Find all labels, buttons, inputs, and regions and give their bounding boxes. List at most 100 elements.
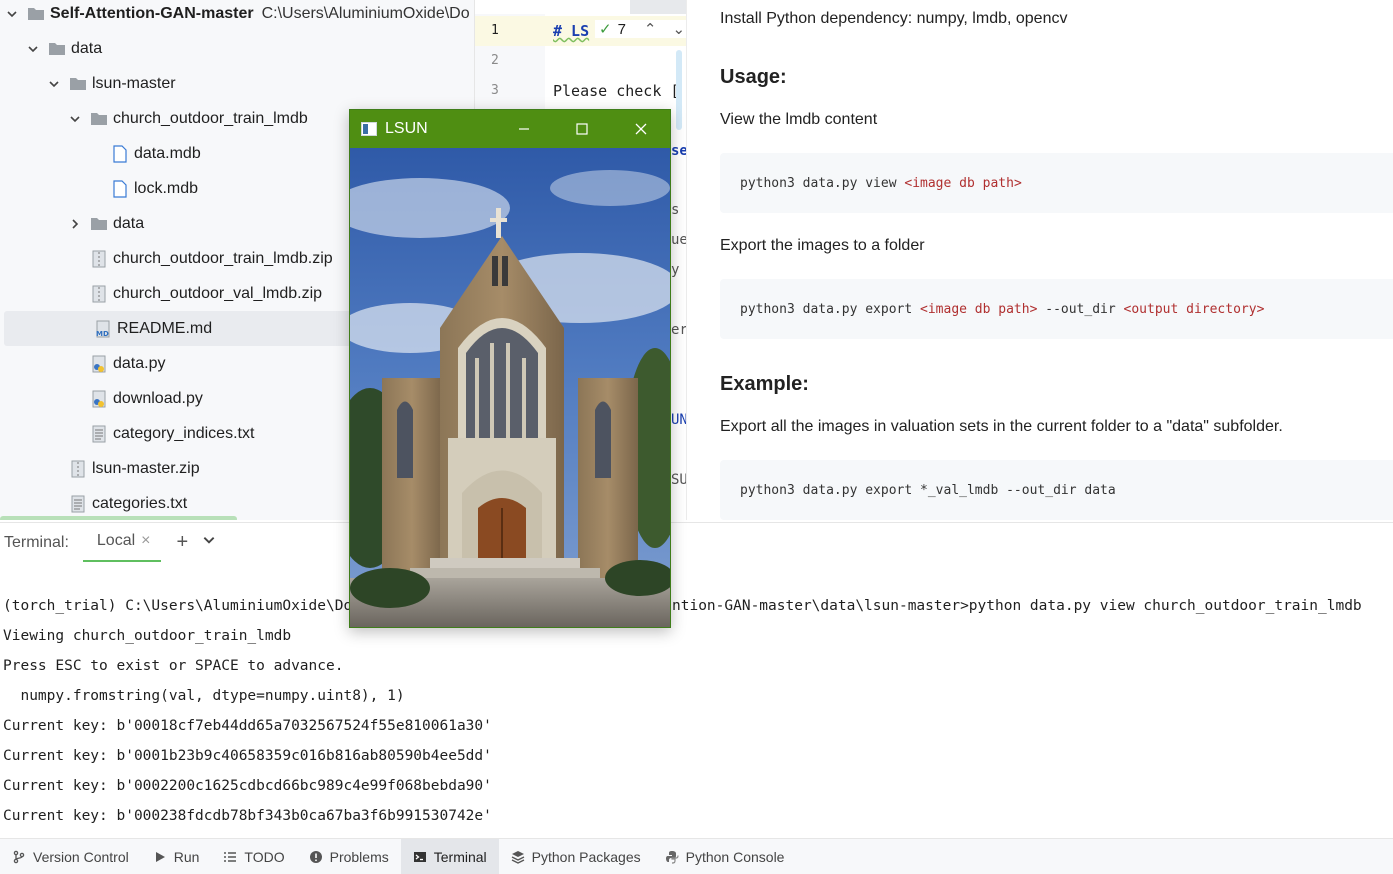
text-file-icon — [90, 425, 108, 443]
python-file-icon — [90, 355, 108, 373]
tree-item-label: data — [113, 214, 145, 232]
code-line-3[interactable]: Please check [ — [553, 82, 679, 100]
tree-item-label: README.md — [117, 319, 213, 337]
export-cmd: python3 data.py export — [740, 301, 921, 317]
tree-root-name: Self-Attention-GAN-master — [50, 4, 254, 22]
terminal-header: Terminal: Local × + — [0, 522, 1393, 563]
code-fragment: SU — [671, 472, 686, 488]
lsun-titlebar[interactable]: LSUN — [350, 110, 670, 148]
code-fragment: se — [671, 143, 686, 159]
example-cmd: python3 data.py export *_val_lmdb --out_… — [740, 482, 1116, 498]
terminal-tab-local[interactable]: Local × — [82, 523, 161, 563]
lsun-image-window[interactable]: LSUN — [349, 109, 671, 628]
chevron-down-icon[interactable]: ⌄ — [673, 20, 686, 38]
play-icon — [155, 851, 165, 862]
minimize-icon — [519, 128, 529, 130]
tool-python-console[interactable]: Python Console — [653, 839, 797, 874]
folder-icon — [90, 215, 108, 233]
inspection-widget[interactable]: ✓ 7 ⌃ ⌄ — [595, 20, 686, 38]
zip-file-icon — [90, 285, 108, 303]
tree-item-label: data — [71, 39, 103, 57]
code-fragment: er — [671, 322, 686, 338]
export-cmd-arg2: <output directory> — [1123, 301, 1265, 317]
tree-item-label: church_outdoor_train_lmdb — [113, 109, 308, 127]
line-number: 3 — [491, 83, 499, 98]
code-fragment: ue — [671, 232, 686, 248]
close-icon — [635, 123, 647, 135]
chevron-down-icon[interactable] — [26, 42, 40, 56]
tool-problems[interactable]: Problems — [297, 839, 401, 874]
chevron-right-icon[interactable] — [68, 217, 82, 231]
tool-todo[interactable]: TODO — [211, 839, 296, 874]
zip-file-icon — [90, 250, 108, 268]
inspection-count: 7 — [617, 20, 626, 38]
code-fragment: UN — [671, 412, 686, 428]
example-code-block[interactable]: python3 data.py export *_val_lmdb --out_… — [720, 460, 1393, 520]
tree-scrollbar[interactable] — [0, 516, 237, 520]
ide-window: Self-Attention-GAN-master C:\Users\Alumi… — [0, 0, 1393, 874]
tree-item[interactable]: data — [0, 31, 474, 66]
folder-icon — [48, 40, 66, 58]
close-button[interactable] — [612, 110, 670, 148]
view-text: View the lmdb content — [720, 111, 878, 128]
maximize-icon — [576, 123, 588, 135]
tool-python-packages[interactable]: Python Packages — [499, 839, 653, 874]
usage-heading: Usage: — [720, 66, 787, 88]
tool-window-bar: Version Control Run TODO Problems Termin… — [0, 838, 1393, 874]
code-line-1[interactable]: # LS — [553, 22, 589, 40]
close-icon[interactable]: × — [141, 532, 150, 550]
terminal-output[interactable]: (torch_trial) C:\Users\AluminiumOxide\Do… — [0, 562, 1393, 838]
preview-intro: Install Python dependency: numpy, lmdb, … — [720, 10, 1068, 27]
view-cmd: python3 data.py view — [740, 175, 905, 191]
terminal-prompt-right: ntion-GAN-master\data\lsun-master>python… — [672, 598, 1362, 614]
python-file-icon — [90, 390, 108, 408]
maximize-button[interactable] — [553, 110, 611, 148]
window-app-icon — [361, 122, 377, 136]
terminal-prompt-left: (torch_trial) C:\Users\AluminiumOxide\Do — [3, 598, 353, 614]
example-text: Export all the images in valuation sets … — [720, 418, 1283, 435]
chevron-down-icon[interactable] — [202, 533, 216, 552]
folder-icon — [90, 110, 108, 128]
tool-version-control[interactable]: Version Control — [0, 839, 141, 874]
chevron-down-icon[interactable] — [5, 7, 19, 21]
terminal-line: Current key: b'0002200c1625cdbcd66bc989c… — [3, 778, 492, 794]
branch-icon — [13, 850, 25, 863]
tool-label: TODO — [244, 848, 285, 865]
tool-label: Run — [173, 848, 200, 865]
chevron-down-icon[interactable] — [68, 112, 82, 126]
example-heading: Example: — [720, 373, 809, 395]
warning-circle-icon — [309, 850, 322, 863]
tree-root[interactable]: Self-Attention-GAN-master C:\Users\Alumi… — [0, 0, 474, 31]
editor-scrollbar[interactable] — [676, 50, 682, 130]
tree-item[interactable]: lsun-master — [0, 66, 474, 101]
list-icon — [224, 851, 237, 862]
export-code-block[interactable]: python3 data.py export <image db path> -… — [720, 279, 1393, 339]
layers-icon — [511, 850, 524, 864]
view-code-block[interactable]: python3 data.py view <image db path> — [720, 153, 1393, 213]
svg-text:MD: MD — [96, 330, 109, 338]
view-cmd-arg: <image db path> — [904, 175, 1022, 191]
folder-icon — [27, 5, 45, 23]
tool-label: Python Packages — [531, 848, 641, 865]
terminal-icon — [413, 851, 426, 862]
add-icon[interactable]: + — [177, 531, 189, 554]
minimize-button[interactable] — [495, 110, 553, 148]
chevron-up-icon[interactable]: ⌃ — [644, 20, 657, 38]
tool-label: Version Control — [33, 848, 129, 865]
tree-item-label: church_outdoor_val_lmdb.zip — [113, 284, 323, 302]
code-fragment: y — [671, 262, 680, 278]
text-file-icon — [69, 495, 87, 513]
tool-run[interactable]: Run — [141, 839, 212, 874]
chevron-down-icon[interactable] — [47, 77, 61, 91]
tool-terminal[interactable]: Terminal — [400, 838, 499, 874]
zip-file-icon — [69, 460, 87, 478]
terminal-line: Current key: b'0001b23b9c40658359c016b81… — [3, 748, 492, 764]
code-fragment: s — [671, 202, 680, 218]
terminal-line: Viewing church_outdoor_train_lmdb — [3, 628, 292, 644]
